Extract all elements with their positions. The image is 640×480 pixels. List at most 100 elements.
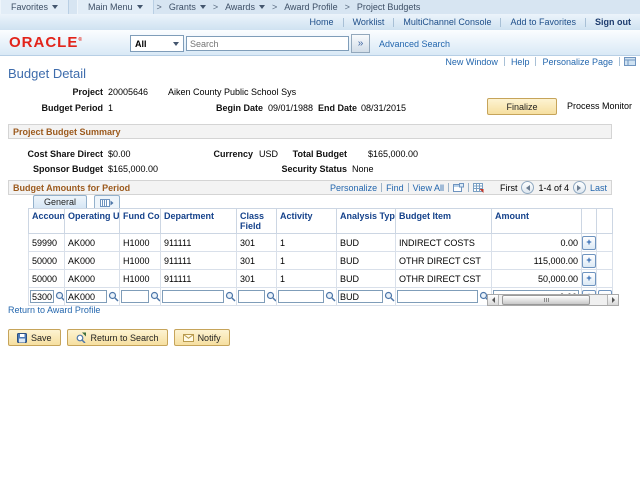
download-grid-icon[interactable] [472,182,484,193]
fund-code-input[interactable] [121,290,149,303]
save-button[interactable]: Save [8,329,61,346]
help-link[interactable]: Help [505,57,536,67]
lookup-icon[interactable] [55,291,65,302]
scroll-right-button[interactable] [607,295,618,305]
add-to-favorites-link[interactable]: Add to Favorites [501,17,585,27]
grip [543,298,545,302]
personalize-link[interactable]: Personalize [330,183,377,193]
breadcrumb-item-awards[interactable]: Awards [221,2,269,12]
cell-amount: 0.00 [491,233,582,252]
finalize-button[interactable]: Finalize [487,98,557,115]
add-row-button[interactable]: + [582,235,596,250]
account-input[interactable] [30,290,54,303]
security-status-label: Security Status [281,164,347,174]
favorites-menu[interactable]: Favorites [0,0,70,14]
next-row-button[interactable] [572,181,586,194]
process-monitor-link[interactable]: Process Monitor [567,101,632,111]
previous-row-button[interactable] [521,181,535,194]
lookup-icon[interactable] [150,291,161,302]
lookup-icon[interactable] [225,291,236,302]
col-activity: Activity [276,208,337,234]
cell-budget-item: OTHR DIRECT CST [395,251,492,270]
end-date-value: 08/31/2015 [361,103,407,113]
grid-header-row: Account Operating Unit Fund Code Departm… [28,208,613,234]
scrollbar-thumb[interactable] [502,295,590,305]
analysis-type-input[interactable] [338,290,383,303]
operating-unit-input[interactable] [66,290,107,303]
worklist-link[interactable]: Worklist [344,17,394,27]
grid-toolbar: Personalize Find View All First 1-4 of 4… [330,181,607,194]
lookup-icon[interactable] [108,291,119,302]
class-field-input[interactable] [238,290,265,303]
budget-detail-screen: Favorites Main Menu > Grants > Awards > … [0,0,640,480]
project-name: Aiken County Public School Sys [168,87,297,97]
cell-budget-item: INDIRECT COSTS [395,233,492,252]
divider [447,183,449,192]
col-budget-item: Budget Item [395,208,492,234]
col-analysis-type: Analysis Type [336,208,396,234]
col-account: Account [28,208,65,234]
zoom-grid-icon[interactable] [452,183,464,192]
cell-department: 911111 [160,233,237,252]
budget-item-input[interactable] [397,290,478,303]
new-window-link[interactable]: New Window [439,57,504,67]
department-input[interactable] [162,290,224,303]
begin-date-label: Begin Date [215,103,263,113]
cell-operating-unit: AK000 [64,251,120,270]
show-all-columns-tab[interactable] [94,195,120,209]
tab-general[interactable]: General [33,195,88,209]
chevron-down-icon [258,5,265,9]
lookup-icon[interactable] [325,291,336,302]
cell-department-edit [160,287,237,306]
scroll-left-button[interactable] [488,295,499,305]
sign-out-link[interactable]: Sign out [586,17,640,27]
search-go-button[interactable]: » [351,34,370,53]
cell-class-field: 301 [236,269,277,288]
personalize-page-link[interactable]: Personalize Page [536,57,619,67]
cell-analysis-type: BUD [336,269,396,288]
notify-button[interactable]: Notify [173,329,230,346]
cell-amount: 115,000.00 [491,251,582,270]
last-link[interactable]: Last [590,183,607,193]
breadcrumb-label: Grants [168,2,196,12]
view-all-link[interactable]: View All [413,183,444,193]
arrow-left-icon [491,297,495,303]
notify-label: Notify [197,332,221,343]
search-input[interactable] [186,36,349,51]
breadcrumb-item-project-budgets[interactable]: Project Budgets [353,2,425,12]
return-to-search-button[interactable]: Return to Search [66,329,168,346]
find-link[interactable]: Find [386,183,404,193]
cell-activity-edit [276,287,337,306]
end-date-label: End Date [317,103,357,113]
add-row-button[interactable]: + [582,271,596,286]
cell-end [596,269,613,288]
first-label: First [499,182,518,193]
lookup-icon[interactable] [266,291,277,302]
table-row: 59990 AK000 H1000 911111 301 1 BUD INDIR… [28,233,613,252]
col-department: Department [160,208,237,234]
page-title: Budget Detail [8,66,87,81]
breadcrumb-item-award-profile[interactable]: Award Profile [280,2,341,12]
save-icon [17,332,27,343]
arrow-right-icon [611,297,615,303]
breadcrumb-item-grants[interactable]: Grants [165,2,210,12]
cell-budget-item-edit [395,287,492,306]
layout-icon[interactable] [620,57,640,66]
notify-icon [182,333,194,342]
registered-mark: ® [78,37,84,43]
breadcrumb-separator: > [271,2,278,12]
cell-class-field: 301 [236,233,277,252]
activity-input[interactable] [278,290,324,303]
return-to-award-profile-link[interactable]: Return to Award Profile [8,305,100,315]
cell-operating-unit: AK000 [64,233,120,252]
home-link[interactable]: Home [301,17,343,27]
lookup-icon[interactable] [384,291,395,302]
chevron-down-icon [52,5,59,9]
horizontal-scrollbar[interactable] [487,294,619,306]
search-scope-dropdown[interactable]: All [130,35,184,52]
main-menu[interactable]: Main Menu [77,0,154,14]
multichannel-console-link[interactable]: MultiChannel Console [394,17,500,27]
breadcrumb-separator: > [344,2,350,12]
add-row-button[interactable]: + [582,253,596,268]
advanced-search-link[interactable]: Advanced Search [379,39,450,49]
